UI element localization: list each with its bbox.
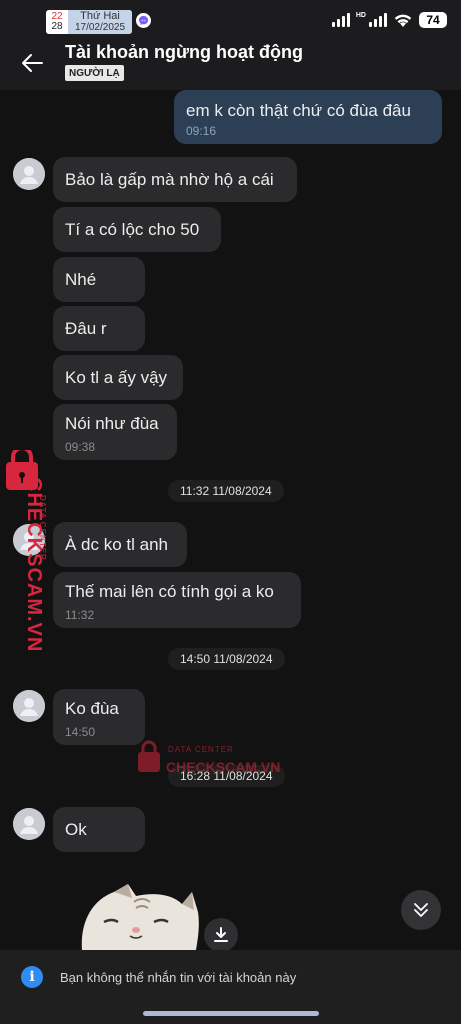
calendar-weekday: Thứ Hai (80, 10, 120, 22)
message-bubble-incoming[interactable]: Đâu r (53, 306, 145, 351)
message-bubble-incoming[interactable]: À dc ko tl anh (53, 522, 187, 567)
message-bubble-incoming[interactable]: Ko tl a ấy vậy (53, 355, 183, 400)
contact-avatar[interactable] (13, 808, 45, 840)
message-bubble-incoming[interactable]: Tí a có lộc cho 50 (53, 207, 221, 252)
home-indicator[interactable] (143, 1011, 319, 1016)
message-text: Tí a có lộc cho 50 (65, 220, 200, 239)
info-icon: i (21, 966, 43, 988)
signal-icon-2 (369, 13, 387, 27)
chat-header: Tài khoản ngừng hoạt động NGƯỜI LẠ (0, 40, 461, 90)
message-text: Nhé (65, 270, 97, 289)
message-text: Ok (65, 820, 87, 839)
message-bubble-incoming[interactable]: Ok (53, 807, 145, 852)
message-bubble-outgoing[interactable]: em k còn thật chứ có đùa đâu 09:16 (174, 90, 442, 144)
message-text: Nói như đùa (65, 414, 159, 433)
cat-sticker[interactable] (74, 882, 200, 950)
status-bar: 22 28 Thứ Hai 17/02/2025 HD 74 (0, 0, 461, 40)
watermark-center-top-text: DATA CENTER (168, 745, 234, 754)
download-button[interactable] (204, 918, 238, 950)
message-text: Đâu r (65, 319, 107, 338)
calendar-date: Thứ Hai 17/02/2025 (68, 10, 132, 34)
message-bubble-incoming[interactable]: Nhé (53, 257, 145, 302)
date-separator: 14:50 11/08/2024 (168, 648, 285, 670)
message-time: 09:16 (186, 124, 217, 138)
calendar-bottom-number: 28 (51, 21, 63, 32)
download-icon (214, 927, 228, 942)
blocked-notice-text: Bạn không thể nhắn tin với tài khoản này (60, 970, 297, 985)
calendar-widget: 22 28 Thứ Hai 17/02/2025 (46, 10, 132, 34)
message-text: em k còn thật chứ có đùa đâu (186, 101, 411, 120)
wifi-icon (394, 14, 412, 27)
message-text: Ko tl a ấy vậy (65, 368, 168, 387)
message-text: Ko đùa (65, 699, 119, 718)
message-time: 11:32 (65, 608, 95, 622)
watermark-center-main-text: CHECKSCAM.VN (166, 759, 281, 775)
page-title: Tài khoản ngừng hoạt động (65, 42, 304, 62)
person-icon (13, 808, 45, 840)
message-bubble-incoming[interactable]: Thế mai lên có tính gọi a ko 11:32 (53, 572, 301, 628)
message-bubble-incoming[interactable]: Nói như đùa 09:38 (53, 404, 177, 460)
signal-icon (331, 13, 350, 27)
calendar-full-date: 17/02/2025 (74, 22, 126, 33)
message-text: Thế mai lên có tính gọi a ko (65, 582, 274, 601)
back-arrow-icon (22, 54, 43, 72)
message-bubble-incoming[interactable]: Ko đùa 14:50 (53, 689, 145, 745)
battery-indicator: 74 (419, 12, 447, 28)
message-time: 14:50 (65, 725, 96, 739)
hd-label: HD (355, 12, 366, 19)
message-time: 09:38 (65, 440, 96, 454)
message-bubble-incoming[interactable]: Bảo là gấp mà nhờ hộ a cái (53, 157, 297, 202)
contact-avatar[interactable] (13, 690, 45, 722)
stranger-badge: NGƯỜI LẠ (65, 65, 124, 81)
person-icon (13, 690, 45, 722)
chat-area[interactable]: em k còn thật chứ có đùa đâu 09:16 Bảo l… (0, 90, 461, 950)
message-text: À dc ko tl anh (65, 535, 169, 554)
person-icon (13, 158, 45, 190)
calendar-numbers: 22 28 (46, 10, 68, 34)
system-icons: HD 74 (331, 12, 447, 28)
double-chevron-down-icon (414, 903, 428, 917)
message-text: Bảo là gấp mà nhờ hộ a cái (65, 170, 274, 189)
watermark-top-text: DATA CENTER (38, 495, 47, 561)
date-separator: 11:32 11/08/2024 (168, 480, 284, 502)
messenger-icon (136, 13, 151, 28)
contact-avatar[interactable] (13, 158, 45, 190)
back-button[interactable] (14, 48, 50, 78)
blocked-notice-bar: i Bạn không thể nhắn tin với tài khoản n… (0, 950, 461, 1024)
scroll-to-bottom-button[interactable] (401, 890, 441, 930)
